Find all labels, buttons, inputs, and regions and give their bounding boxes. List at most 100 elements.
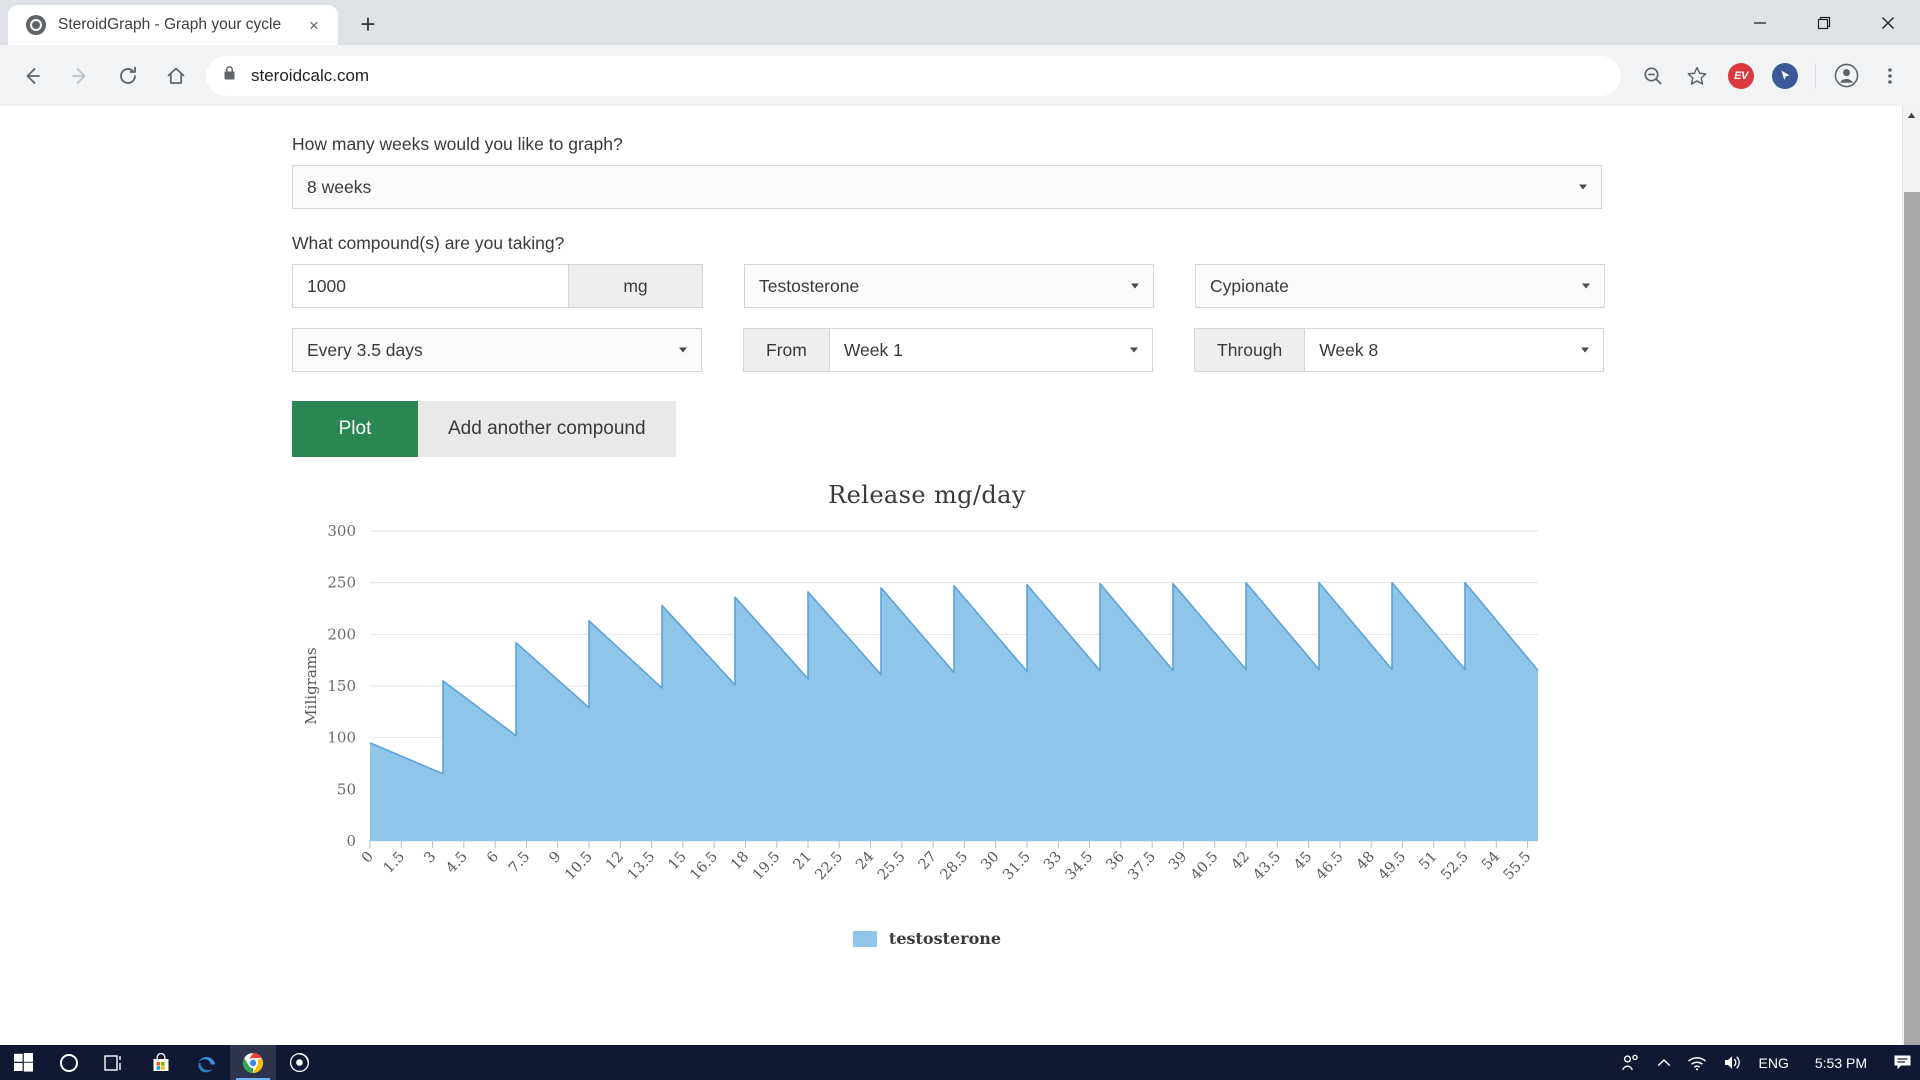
chart-canvas: 050100150200250300Miligrams01.534.567.59… <box>292 523 1552 923</box>
svg-text:9: 9 <box>547 849 565 867</box>
svg-text:33: 33 <box>1041 849 1065 873</box>
chevron-down-icon <box>679 348 687 353</box>
svg-text:200: 200 <box>327 625 356 643</box>
svg-text:55.5: 55.5 <box>1501 849 1535 884</box>
task-view-button[interactable] <box>92 1045 138 1080</box>
chrome-button[interactable] <box>230 1045 276 1080</box>
dose-unit-label: mg <box>568 264 703 308</box>
chevron-down-icon <box>1582 284 1590 289</box>
svg-text:18: 18 <box>728 849 752 873</box>
svg-text:10.5: 10.5 <box>562 849 596 884</box>
spacer <box>1154 264 1195 308</box>
cortana-button[interactable] <box>46 1045 92 1080</box>
spacer <box>703 264 744 308</box>
spacer <box>702 328 743 372</box>
through-label: Through <box>1194 328 1304 372</box>
svg-text:19.5: 19.5 <box>750 849 784 884</box>
svg-text:25.5: 25.5 <box>875 849 909 884</box>
svg-text:16.5: 16.5 <box>687 849 721 884</box>
svg-text:40.5: 40.5 <box>1188 849 1222 884</box>
scrollbar-track[interactable] <box>1903 124 1920 1045</box>
svg-text:24: 24 <box>853 849 877 873</box>
compound-row-2: Every 3.5 days From Week 1 Through Week … <box>292 328 1902 372</box>
from-week-select[interactable]: Week 1 <box>829 328 1153 372</box>
account-avatar-icon[interactable] <box>1824 54 1868 98</box>
browser-window: SteroidGraph - Graph your cycle × + <box>0 0 1920 1045</box>
svg-text:46.5: 46.5 <box>1313 849 1347 884</box>
reload-icon[interactable] <box>104 52 152 100</box>
svg-text:22.5: 22.5 <box>812 849 846 884</box>
through-week-select[interactable]: Week 8 <box>1304 328 1604 372</box>
url-text: steroidcalc.com <box>251 66 369 86</box>
start-button[interactable] <box>0 1045 46 1080</box>
svg-text:27: 27 <box>916 849 940 873</box>
svg-text:39: 39 <box>1166 849 1190 873</box>
svg-text:21: 21 <box>791 849 815 873</box>
spacer <box>1153 328 1194 372</box>
browser-toolbar: steroidcalc.com EV <box>0 45 1920 106</box>
three-dot-menu-icon[interactable] <box>1868 54 1912 98</box>
scroll-up-arrow-icon[interactable] <box>1903 106 1920 124</box>
new-tab-button[interactable]: + <box>350 6 386 42</box>
svg-text:48: 48 <box>1354 849 1378 873</box>
dose-input[interactable]: 1000 <box>292 264 568 308</box>
expressvpn-extension-icon[interactable]: EV <box>1719 54 1763 98</box>
page-viewport: How many weeks would you like to graph? … <box>0 106 1920 1045</box>
address-bar[interactable]: steroidcalc.com <box>206 56 1621 96</box>
frequency-select[interactable]: Every 3.5 days <box>292 328 702 372</box>
language-indicator[interactable]: ENG <box>1751 1045 1797 1080</box>
svg-text:15: 15 <box>665 849 689 873</box>
svg-text:0: 0 <box>359 849 377 867</box>
scrollbar-thumb[interactable] <box>1904 192 1920 1045</box>
svg-text:3: 3 <box>421 849 439 867</box>
plot-button[interactable]: Plot <box>292 401 418 457</box>
zoom-out-icon[interactable] <box>1631 54 1675 98</box>
minimize-icon[interactable] <box>1728 0 1792 45</box>
svg-text:1.5: 1.5 <box>381 849 408 877</box>
window-controls <box>1728 0 1920 45</box>
svg-text:42: 42 <box>1229 849 1253 873</box>
action-buttons: Plot Add another compound <box>292 401 1902 457</box>
browser-tab[interactable]: SteroidGraph - Graph your cycle × <box>8 5 338 45</box>
legend-swatch <box>853 931 877 947</box>
windows-taskbar: ENG 5:53 PM <box>0 1045 1920 1080</box>
cursor-badge <box>1772 63 1798 89</box>
notification-icon[interactable] <box>1885 1045 1920 1080</box>
svg-text:7.5: 7.5 <box>506 849 533 877</box>
svg-text:31.5: 31.5 <box>1000 849 1034 884</box>
close-icon[interactable] <box>1856 0 1920 45</box>
weeks-select[interactable]: 8 weeks <box>292 165 1602 209</box>
system-tray: ENG 5:53 PM <box>1613 1045 1920 1080</box>
edge-button[interactable] <box>184 1045 230 1080</box>
microsoft-store-button[interactable] <box>138 1045 184 1080</box>
ester-select[interactable]: Cypionate <box>1195 264 1605 308</box>
star-icon[interactable] <box>1675 54 1719 98</box>
svg-text:34.5: 34.5 <box>1063 849 1097 884</box>
close-icon[interactable]: × <box>302 13 326 37</box>
compound-row-1: 1000 mg Testosterone Cypionate <box>292 264 1902 308</box>
forward-arrow-icon[interactable] <box>56 52 104 100</box>
wifi-icon[interactable] <box>1679 1045 1715 1080</box>
frequency-select-value: Every 3.5 days <box>307 340 423 361</box>
chevron-down-icon <box>1581 348 1589 353</box>
people-icon[interactable] <box>1613 1045 1649 1080</box>
language-label: ENG <box>1759 1055 1789 1071</box>
page-content: How many weeks would you like to graph? … <box>0 106 1902 1045</box>
cursor-extension-icon[interactable] <box>1763 54 1807 98</box>
clock[interactable]: 5:53 PM <box>1797 1045 1885 1080</box>
compound-select[interactable]: Testosterone <box>744 264 1154 308</box>
svg-text:50: 50 <box>337 780 356 798</box>
weeks-question-label: How many weeks would you like to graph? <box>292 134 1902 155</box>
svg-text:150: 150 <box>327 677 356 695</box>
svg-text:45: 45 <box>1291 849 1315 873</box>
restore-icon[interactable] <box>1792 0 1856 45</box>
page-scrollbar[interactable] <box>1902 106 1920 1045</box>
back-arrow-icon[interactable] <box>8 52 56 100</box>
home-icon[interactable] <box>152 52 200 100</box>
speaker-icon[interactable] <box>1715 1045 1751 1080</box>
svg-text:100: 100 <box>327 729 356 747</box>
chevron-up-icon[interactable] <box>1649 1045 1679 1080</box>
app-button[interactable] <box>276 1045 322 1080</box>
legend-label: testosterone <box>889 929 1001 948</box>
add-compound-button[interactable]: Add another compound <box>418 401 676 457</box>
